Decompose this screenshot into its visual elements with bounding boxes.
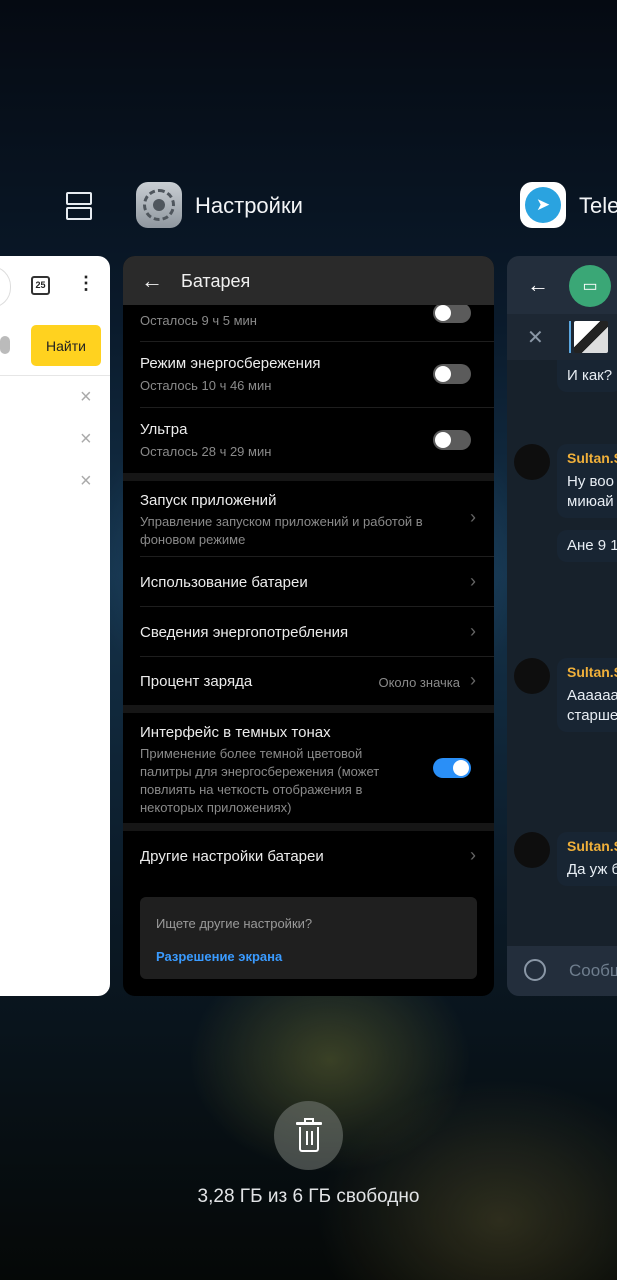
emoji-icon[interactable] [524, 959, 546, 981]
message-bubble[interactable]: Sultan.S Ну воо миюай [557, 444, 617, 518]
sender-avatar[interactable] [514, 832, 550, 868]
sender-name: Sultan.S [567, 450, 617, 466]
power-saving-row[interactable]: Режим энергосбережения Осталось 10 ч 46 … [123, 342, 494, 408]
find-button[interactable]: Найти [31, 325, 101, 366]
message-bubble[interactable]: Sultan.S Аааааа старше [557, 658, 617, 732]
message-bubble[interactable]: Sultan.S Да уж б [557, 832, 617, 886]
power-saving-subtitle: Осталось 10 ч 46 мин [140, 378, 272, 393]
message-input-placeholder[interactable]: Сообщ [569, 961, 617, 981]
sender-avatar[interactable] [514, 658, 550, 694]
ultra-subtitle: Осталось 28 ч 29 мин [140, 444, 272, 459]
chevron-right-icon: › [470, 507, 476, 527]
search-bar[interactable] [0, 266, 11, 308]
ultra-row[interactable]: Ультра Осталось 28 ч 29 мин [123, 408, 494, 472]
message-text: Ну воо [567, 473, 614, 490]
message-text: Да уж б [567, 861, 617, 878]
more-battery-settings-title: Другие настройки батареи [140, 848, 324, 865]
message-text: Аааааа [567, 687, 617, 704]
battery-usage-row[interactable]: Использование батареи › [123, 557, 494, 607]
divider [0, 375, 110, 376]
memory-status: 3,28 ГБ из 6 ГБ свободно [197, 1186, 420, 1207]
partial-row-subtitle: Осталось 9 ч 5 мин [140, 313, 257, 328]
pinned-message-bar[interactable]: ✕ [507, 314, 617, 360]
chevron-right-icon: › [470, 571, 476, 591]
message-text: И как? [567, 367, 613, 384]
section-gap [123, 823, 494, 831]
browser-app-card[interactable]: 25 ⋮ Найти × × × [0, 256, 110, 996]
telegram-app-card[interactable]: ← ▭ ✕ И как? Sultan.S Ну воо миюай Ане 9… [507, 256, 617, 996]
charge-percent-title: Процент заряда [140, 673, 253, 690]
dark-mode-subtitle: Применение более темной цветовой палитры… [140, 746, 380, 815]
partial-row-toggle[interactable] [433, 303, 471, 323]
clear-all-button[interactable] [274, 1101, 343, 1170]
dark-mode-row[interactable]: Интерфейс в темных тонах Применение боле… [123, 713, 494, 823]
section-gap [123, 473, 494, 481]
ultra-toggle[interactable] [433, 430, 471, 450]
remove-history-icon[interactable]: × [80, 428, 92, 451]
settings-app-title: Настройки [195, 193, 303, 218]
chevron-right-icon: › [470, 621, 476, 641]
suggestions-box: Ищете другие настройки? Разрешение экран… [140, 897, 477, 979]
message-text: миюай [567, 493, 614, 510]
microphone-icon[interactable] [0, 336, 10, 354]
app-launch-row[interactable]: Запуск приложений Управление запуском пр… [123, 481, 494, 557]
back-arrow-icon[interactable]: ← [527, 272, 549, 298]
ultra-title: Ультра [140, 421, 188, 438]
remove-history-icon[interactable]: × [80, 386, 92, 409]
dark-mode-title: Интерфейс в темных тонах [140, 724, 331, 741]
more-battery-settings-row[interactable]: Другие настройки батареи › [123, 831, 494, 883]
tabs-count-icon[interactable]: 25 [31, 276, 50, 295]
page-title: Батарея [181, 271, 251, 291]
top-app-bar: ← Батарея [123, 256, 494, 305]
pinned-thumbnail [574, 321, 608, 353]
telegram-app-icon[interactable]: ➤ [520, 182, 566, 228]
power-saving-title: Режим энергосбережения [140, 355, 321, 372]
trash-icon [295, 1117, 322, 1152]
message-text: старше [567, 707, 617, 724]
message-bubble[interactable]: Ане 9 1 [557, 530, 617, 562]
charge-percent-row[interactable]: Процент заряда Около значка › [123, 657, 494, 705]
close-icon[interactable]: ✕ [527, 325, 544, 350]
settings-app-icon[interactable] [136, 182, 182, 228]
sender-name: Sultan.S [567, 838, 617, 854]
suggestions-question: Ищете другие настройки? [156, 916, 313, 931]
screen-resolution-link[interactable]: Разрешение экрана [156, 949, 282, 964]
dark-mode-toggle[interactable] [433, 758, 471, 778]
chat-avatar[interactable]: ▭ [569, 265, 611, 307]
chevron-right-icon: › [470, 670, 476, 690]
message-text: Ане 9 1 [567, 537, 617, 554]
power-info-row[interactable]: Сведения энергопотребления › [123, 607, 494, 657]
message-bubble[interactable]: И как? [557, 360, 617, 392]
app-launch-subtitle: Управление запуском приложений и работой… [140, 514, 423, 547]
split-screen-icon[interactable] [66, 192, 94, 220]
power-saving-toggle[interactable] [433, 364, 471, 384]
chat-header: ← ▭ [507, 256, 617, 314]
more-menu-icon[interactable]: ⋮ [77, 274, 95, 292]
telegram-app-title: Tele [579, 193, 617, 218]
back-arrow-icon[interactable]: ← [141, 268, 163, 294]
sender-name: Sultan.S [567, 664, 617, 680]
partial-battery-mode-row[interactable]: Осталось 9 ч 5 мин [123, 303, 494, 341]
section-gap [123, 705, 494, 713]
app-launch-title: Запуск приложений [140, 492, 277, 509]
power-info-title: Сведения энергопотребления [140, 624, 349, 641]
settings-app-card[interactable]: Осталось 9 ч 5 мин ← Батарея Режим энерг… [123, 256, 494, 996]
charge-percent-value: Около значка [378, 675, 460, 690]
battery-usage-title: Использование батареи [140, 574, 308, 591]
sender-avatar[interactable] [514, 444, 550, 480]
remove-history-icon[interactable]: × [80, 470, 92, 493]
chevron-right-icon: › [470, 845, 476, 865]
pin-indicator [569, 321, 571, 353]
message-input-bar[interactable]: Сообщ [507, 946, 617, 996]
